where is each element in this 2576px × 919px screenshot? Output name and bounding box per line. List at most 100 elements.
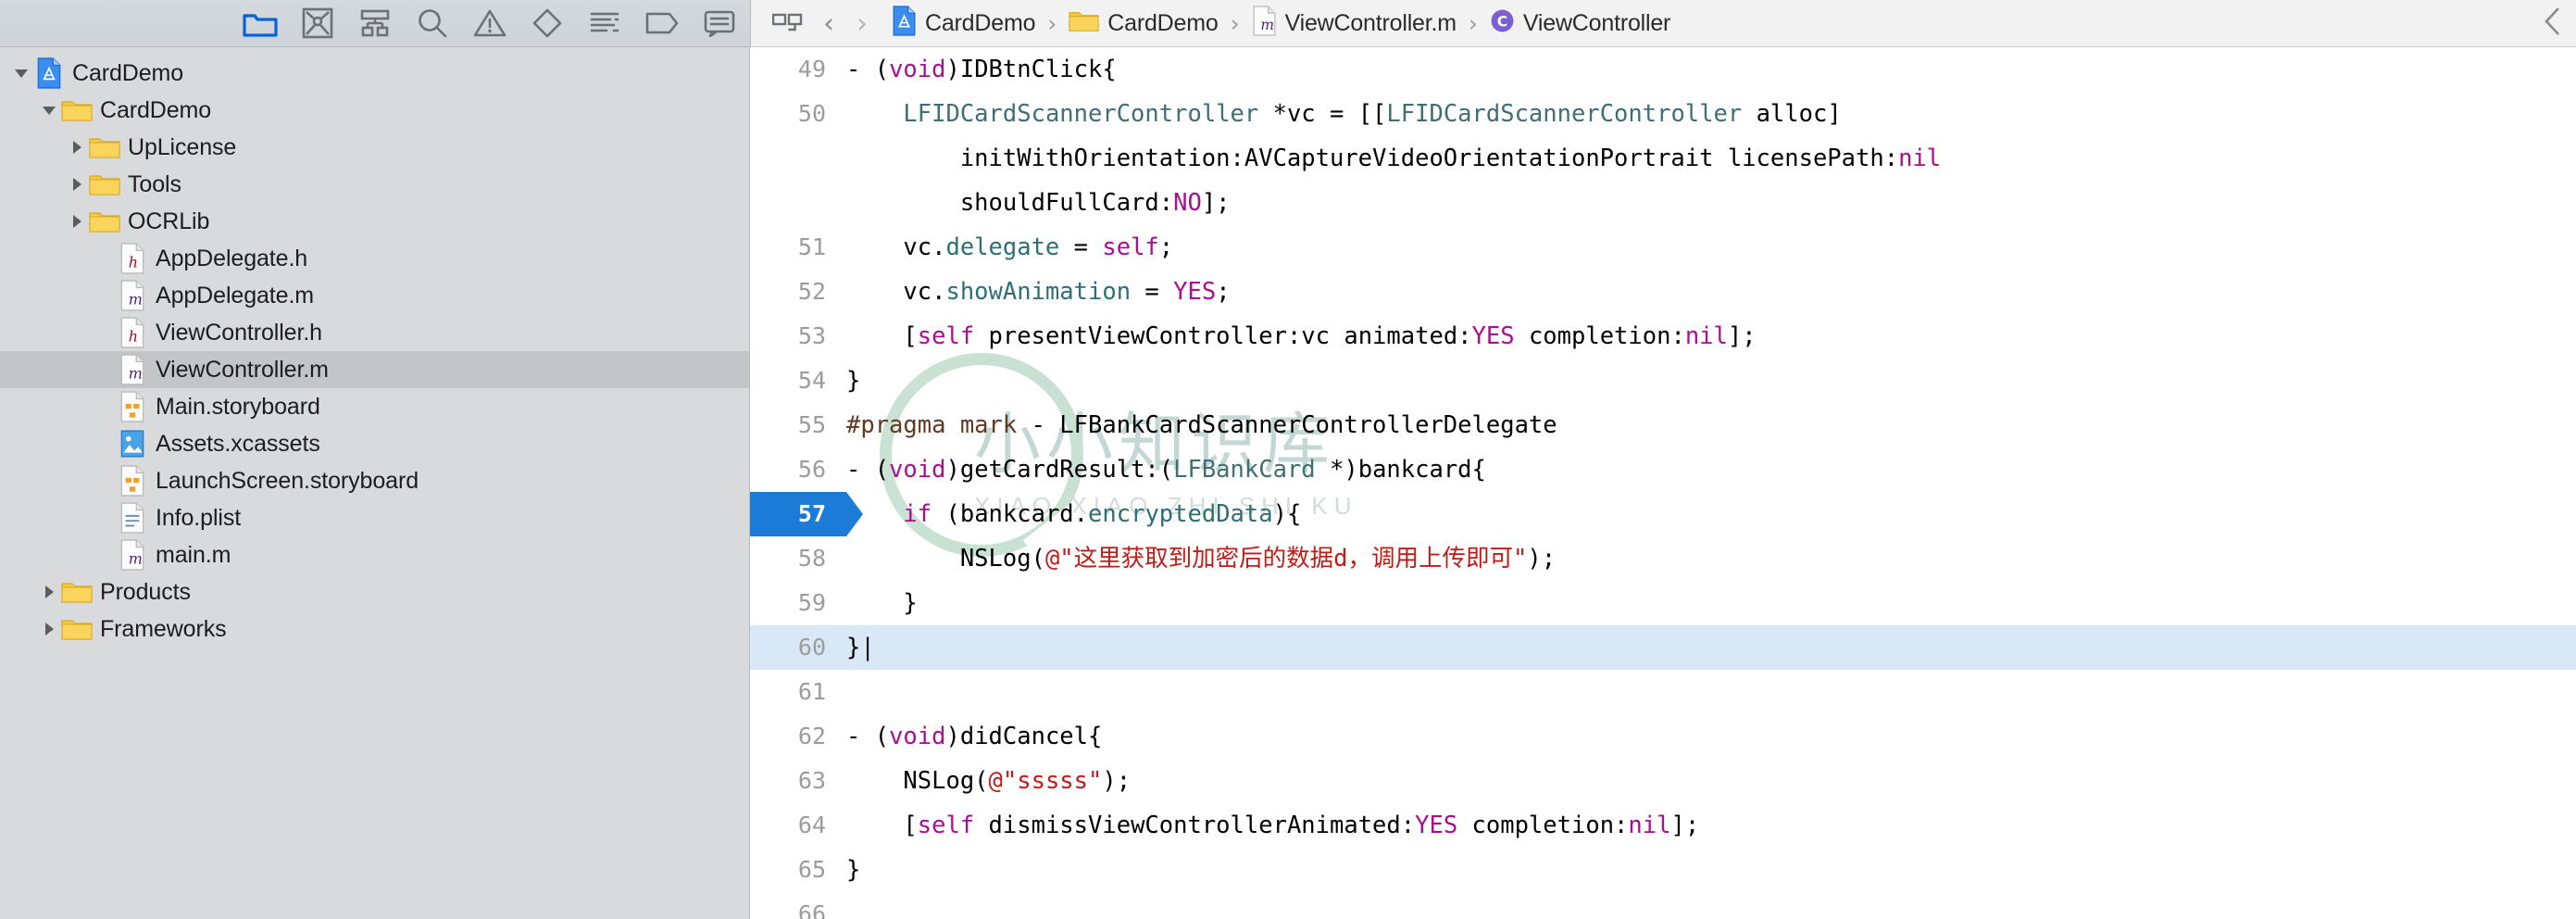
code-line[interactable]: 60}| xyxy=(750,625,2576,670)
gutter-line-number[interactable]: 58 xyxy=(750,536,846,581)
code-token: YES xyxy=(1471,322,1515,350)
gutter-line-number[interactable]: 61 xyxy=(750,670,846,714)
navigator-row[interactable]: Assets.xcassets xyxy=(0,425,749,462)
navigator-row[interactable]: UpLicense xyxy=(0,129,749,166)
go-forward-button[interactable]: › xyxy=(845,3,879,44)
gutter-line-number[interactable]: 52 xyxy=(750,270,846,314)
breakpoint-navigator-icon[interactable] xyxy=(633,3,691,44)
test-navigator-icon[interactable] xyxy=(519,3,576,44)
folder-icon xyxy=(89,208,120,234)
navigator-row[interactable]: OCRLib xyxy=(0,203,749,240)
code-line[interactable]: 52 vc.showAnimation = YES; xyxy=(750,270,2576,314)
navigator-row[interactable]: m AppDelegate.m xyxy=(0,277,749,314)
code-line[interactable]: 51 vc.delegate = self; xyxy=(750,225,2576,270)
gutter-line-number[interactable]: 51 xyxy=(750,225,846,270)
gutter-current-line-number[interactable]: 57 xyxy=(750,492,863,536)
breadcrumb-file[interactable]: m ViewController.m xyxy=(1248,6,1460,41)
code-token: shouldFullCard: xyxy=(846,189,1174,217)
navigator-row[interactable]: h ViewController.h xyxy=(0,314,749,351)
code-line[interactable]: 65} xyxy=(750,848,2576,892)
twisty-right-icon[interactable] xyxy=(37,621,61,637)
source-control-navigator-icon[interactable] xyxy=(289,3,346,44)
code-line[interactable]: 55 #pragma mark - LFBankCardScannerContro… xyxy=(750,403,2576,447)
navigator-row[interactable]: Products xyxy=(0,573,749,611)
code-line[interactable]: 50 LFIDCardScannerController *vc = [[LFI… xyxy=(750,92,2576,136)
code-line[interactable]: shouldFullCard:NO]; xyxy=(750,181,2576,225)
code-line[interactable]: 62- (void)didCancel{ xyxy=(750,714,2576,759)
navigator-row[interactable]: Frameworks xyxy=(0,611,749,648)
gutter-line-number[interactable]: 63 xyxy=(750,759,846,803)
code-line[interactable]: 57 if (bankcard.encryptedData){ xyxy=(750,492,2576,536)
find-navigator-icon[interactable] xyxy=(404,3,461,44)
code-line[interactable]: 64 [self dismissViewControllerAnimated:Y… xyxy=(750,803,2576,848)
code-line[interactable]: 56- (void)getCardResult:(LFBankCard *)ba… xyxy=(750,447,2576,492)
related-items-icon[interactable] xyxy=(764,11,812,35)
gutter-line-number[interactable]: 55 xyxy=(750,403,846,447)
code-line[interactable]: 58 NSLog(@"这里获取到加密后的数据d，调用上传即可"); xyxy=(750,536,2576,581)
navigator-row[interactable]: CardDemo xyxy=(0,92,749,129)
twisty-right-icon[interactable] xyxy=(65,176,89,193)
code-line[interactable]: 61 xyxy=(750,670,2576,714)
jump-bar-expand-icon[interactable] xyxy=(2543,6,2576,42)
breadcrumb-symbol[interactable]: C ViewController xyxy=(1486,8,1674,38)
objc-m-file-icon: m xyxy=(117,354,148,385)
code-token: } xyxy=(846,367,861,395)
issue-navigator-icon[interactable] xyxy=(461,3,519,44)
code-token: alloc] xyxy=(1742,100,1842,128)
code-line[interactable]: 66 xyxy=(750,892,2576,919)
navigator-row[interactable]: Info.plist xyxy=(0,499,749,536)
code-line[interactable]: 54} xyxy=(750,359,2576,403)
gutter-line-number[interactable]: 65 xyxy=(750,848,846,892)
gutter-line-number[interactable]: 62 xyxy=(750,714,846,759)
symbol-navigator-icon[interactable] xyxy=(346,3,404,44)
code-token: @"这里获取到加密后的数据d，调用上传即可" xyxy=(1044,545,1528,573)
twisty-down-icon[interactable] xyxy=(9,65,33,82)
gutter-line-number[interactable]: 59 xyxy=(750,581,846,625)
go-back-button[interactable]: ‹ xyxy=(812,3,845,44)
code-line[interactable]: initWithOrientation:AVCaptureVideoOrient… xyxy=(750,136,2576,181)
twisty-right-icon[interactable] xyxy=(65,139,89,156)
navigator-row-selected[interactable]: m ViewController.m xyxy=(0,351,749,388)
code-token: LFBankCard xyxy=(1173,456,1316,484)
code-line[interactable]: 59 } xyxy=(750,581,2576,625)
breadcrumb-project[interactable]: CardDemo xyxy=(888,6,1039,41)
gutter-line-number[interactable]: 56 xyxy=(750,447,846,492)
xcode-project-icon xyxy=(33,57,65,89)
folder-icon xyxy=(89,171,120,197)
twisty-right-icon[interactable] xyxy=(65,213,89,230)
code-content[interactable]: 49- (void)IDBtnClick{50 LFIDCardScannerC… xyxy=(750,47,2576,919)
code-token: ); xyxy=(1527,545,1557,573)
navigator-row-label: OCRLib xyxy=(128,208,210,234)
navigator-row[interactable]: h AppDelegate.h xyxy=(0,240,749,277)
source-editor[interactable]: 小小知识库 XIAO XIAO ZHI SHI KU 49- (void)IDB… xyxy=(750,47,2576,919)
navigator-row[interactable]: LaunchScreen.storyboard xyxy=(0,462,749,499)
plist-file-icon xyxy=(117,502,148,534)
project-navigator-icon[interactable] xyxy=(231,3,289,44)
navigator-row[interactable]: m main.m xyxy=(0,536,749,573)
debug-navigator-icon[interactable] xyxy=(576,3,633,44)
navigator-row[interactable]: CardDemo xyxy=(0,55,749,92)
navigator-row[interactable]: Tools xyxy=(0,166,749,203)
gutter-line-number[interactable]: 53 xyxy=(750,314,846,359)
gutter-line-number[interactable]: 54 xyxy=(750,359,846,403)
gutter-line-number[interactable]: 60 xyxy=(750,625,846,670)
twisty-right-icon[interactable] xyxy=(37,584,61,600)
code-line-text: } xyxy=(846,359,860,403)
gutter-line-number[interactable]: 49 xyxy=(750,47,846,92)
breadcrumb-group[interactable]: CardDemo xyxy=(1065,8,1221,38)
report-navigator-icon[interactable] xyxy=(691,3,748,44)
gutter-line-number[interactable]: 50 xyxy=(750,92,846,136)
project-navigator[interactable]: CardDemo CardDemo UpLicense Tools OCRLib… xyxy=(0,47,750,919)
navigator-row-label: CardDemo xyxy=(72,59,184,86)
code-line[interactable]: 63 NSLog(@"sssss"); xyxy=(750,759,2576,803)
code-line[interactable]: 49- (void)IDBtnClick{ xyxy=(750,47,2576,92)
gutter-line-number[interactable]: 64 xyxy=(750,803,846,848)
code-token: ]; xyxy=(1670,812,1700,839)
navigator-row[interactable]: Main.storyboard xyxy=(0,388,749,425)
code-token: void xyxy=(889,56,946,83)
twisty-down-icon[interactable] xyxy=(37,102,61,119)
gutter-line-number[interactable]: 66 xyxy=(750,892,846,919)
code-line-text: vc.showAnimation = YES; xyxy=(846,270,1230,314)
code-line[interactable]: 53 [self presentViewController:vc animat… xyxy=(750,314,2576,359)
